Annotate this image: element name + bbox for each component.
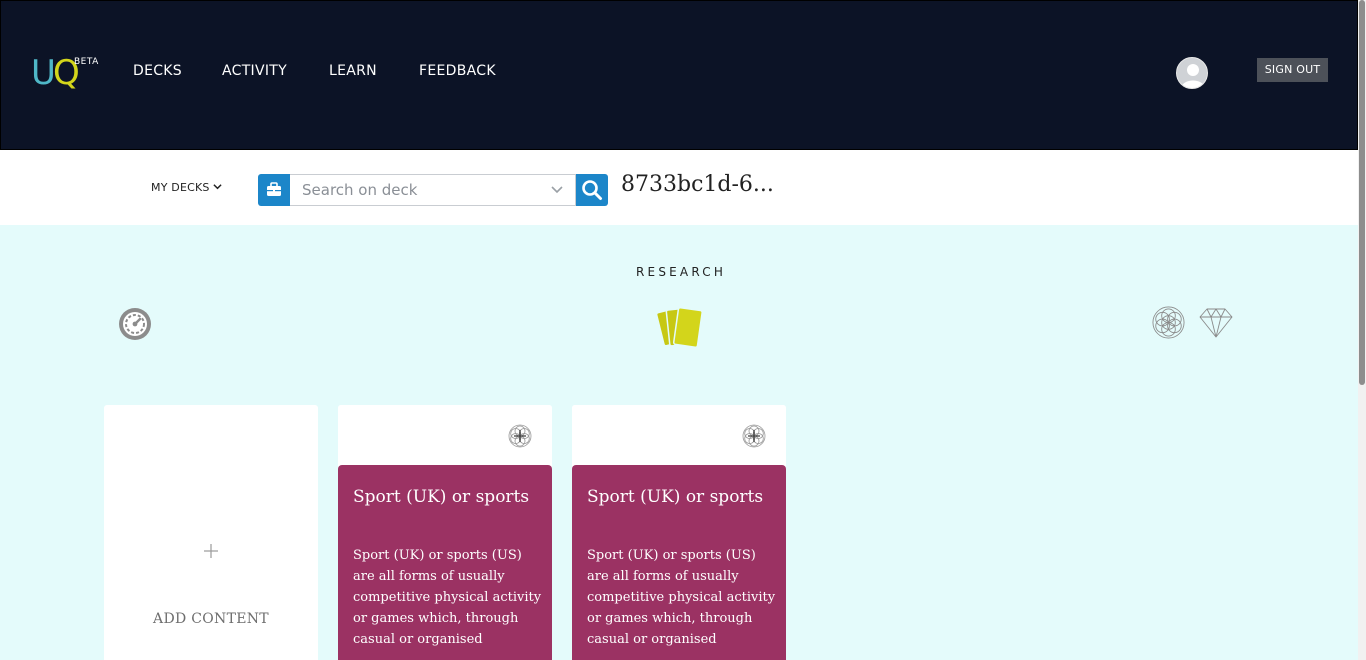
- card-body[interactable]: Sport (UK) or sports Sport (UK) or sport…: [338, 465, 552, 660]
- search-icon: [582, 180, 602, 200]
- content-card[interactable]: Sport (UK) or sports Sport (UK) or sport…: [338, 405, 552, 660]
- content-card[interactable]: Sport (UK) or sports Sport (UK) or sport…: [572, 405, 786, 660]
- nav-decks[interactable]: DECKS: [133, 63, 182, 79]
- add-to-collection-icon[interactable]: [508, 424, 532, 448]
- add-content-card[interactable]: ADD CONTENT: [104, 405, 318, 660]
- plus-icon: [204, 544, 218, 558]
- my-decks-dropdown[interactable]: MY DECKS: [151, 181, 210, 194]
- sign-out-button[interactable]: SIGN OUT: [1257, 58, 1328, 82]
- flower-of-life-icon[interactable]: [1151, 305, 1186, 340]
- nav-activity[interactable]: ACTIVITY: [222, 63, 287, 79]
- add-to-collection-icon[interactable]: [742, 424, 766, 448]
- card-body[interactable]: Sport (UK) or sports Sport (UK) or sport…: [572, 465, 786, 660]
- search-button[interactable]: [576, 174, 608, 206]
- card-text: Sport (UK) or sports (US) are all forms …: [353, 548, 542, 647]
- scrollbar-thumb[interactable]: [1359, 0, 1365, 385]
- cards-icon: [656, 307, 703, 348]
- briefcase-icon: [258, 174, 290, 206]
- logo-letter-u: U: [31, 53, 56, 93]
- nav-feedback[interactable]: FEEDBACK: [419, 63, 496, 79]
- gauge-icon[interactable]: [118, 307, 152, 341]
- card-title: Sport (UK) or sports: [587, 487, 764, 507]
- card-title: Sport (UK) or sports: [353, 487, 530, 507]
- deck-toolbar: MY DECKS 8733bc1d-6...: [0, 150, 1358, 225]
- add-content-label: ADD CONTENT: [153, 611, 269, 627]
- card-text: Sport (UK) or sports (US) are all forms …: [587, 548, 776, 647]
- avatar[interactable]: [1176, 57, 1208, 89]
- deck-search: [258, 174, 608, 206]
- chevron-down-icon[interactable]: [213, 182, 222, 191]
- card-header: [572, 405, 786, 465]
- card-header: [338, 405, 552, 465]
- top-navigation-bar: U Q BETA DECKS ACTIVITY LEARN FEEDBACK S…: [0, 0, 1358, 150]
- diamond-icon[interactable]: [1198, 307, 1234, 339]
- page-scrollbar[interactable]: [1358, 0, 1366, 660]
- section-label: RESEARCH: [636, 265, 727, 279]
- chevron-down-icon[interactable]: [551, 185, 563, 195]
- nav-learn[interactable]: LEARN: [329, 63, 377, 79]
- beta-badge: BETA: [74, 57, 99, 67]
- deck-title: 8733bc1d-6...: [621, 172, 774, 197]
- search-input[interactable]: [290, 174, 576, 206]
